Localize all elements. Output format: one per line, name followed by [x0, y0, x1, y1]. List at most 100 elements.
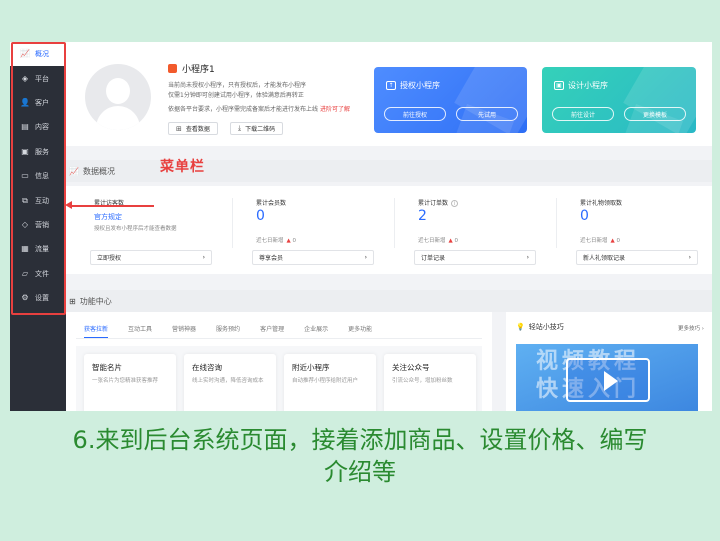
tab-customer-mgmt[interactable]: 客户管理 — [260, 324, 284, 338]
feature-desc: 自动推荐小程序给附近用户 — [292, 378, 359, 384]
stat-value: 0 — [580, 208, 589, 224]
tips-title: 轻站小技巧 — [528, 323, 564, 331]
stat-label: 累计礼物领取数 — [580, 200, 623, 207]
stat-sub: 近七日新增 ▲ 0 — [418, 236, 458, 244]
play-icon — [604, 371, 618, 391]
sidebar-item-customer[interactable]: 👤 客户 — [10, 91, 66, 115]
design-card-title: ▣ 设计小程序 — [554, 80, 608, 91]
caption-line-2: 介绍等 — [324, 458, 396, 486]
stat-label: 累计会员数 — [256, 200, 287, 207]
tab-booking[interactable]: 服务预约 — [216, 324, 240, 338]
box-label: 订单记录 — [421, 255, 446, 262]
sidebar-item-content[interactable]: ▤ 内容 — [10, 115, 66, 139]
function-center-panel: 获客拉新 互动工具 营销神器 服务预约 客户管理 企业展示 更多功能 智能名片一… — [66, 312, 492, 411]
sidebar-item-label: 信息 — [35, 172, 49, 181]
stat-sub: 近七日新增 ▲ 0 — [580, 236, 620, 244]
info-icon[interactable]: i — [451, 200, 459, 207]
download-qr-label: 下载二维码 — [245, 126, 276, 133]
stat-delta: 0 — [616, 238, 621, 244]
feature-desc: 引流公众号，增加粉丝数 — [392, 378, 453, 384]
stat-delta: 0 — [454, 238, 459, 244]
app-logo-icon — [168, 64, 177, 73]
menu-annotation-label: 菜单栏 — [160, 159, 205, 175]
document-icon: ▤ — [21, 122, 29, 132]
profile-desc-1: 当前尚未授权小程序，只有授权后，才能发布小程序 — [168, 82, 307, 89]
sidebar-item-service[interactable]: ▣ 服务 — [10, 140, 66, 164]
view-data-button[interactable]: ⊞ 查看数据 — [168, 122, 218, 135]
caption-line-1: 6.来到后台系统页面，接着添加商品、设置价格、编写 — [72, 426, 648, 454]
chevron-right-icon: › — [364, 254, 367, 261]
tag-icon: ◇ — [21, 219, 29, 229]
feature-desc: 一张名片为您精准获客推荐 — [92, 378, 159, 384]
arrow-up-icon: ▲ — [610, 238, 615, 244]
feature-card-consult[interactable]: 在线咨询线上实时沟通，降低咨询成本 — [184, 354, 276, 411]
sidebar-item-files[interactable]: ▱ 文件 — [10, 262, 66, 286]
sidebar-item-platform[interactable]: ◈ 平台 — [10, 66, 66, 90]
design-title-text: 设计小程序 — [568, 81, 608, 90]
download-qr-button[interactable]: ⤓ 下载二维码 — [230, 122, 284, 135]
sidebar-item-label: 平台 — [35, 74, 49, 83]
video-thumbnail[interactable]: 视频教程 快速入门 — [516, 344, 698, 411]
chevron-right-icon: › — [526, 254, 529, 261]
learn-more-link[interactable]: 进阶可了解 — [320, 106, 350, 113]
app-title: 小程序1 — [168, 62, 215, 75]
feature-card-namecard[interactable]: 智能名片 一张名片为您精准获客推荐 — [84, 354, 176, 411]
tab-acquire[interactable]: 获客拉新 — [84, 324, 109, 338]
sidebar-item-message[interactable]: ▭ 信息 — [10, 164, 66, 188]
service-icon: ▣ — [21, 146, 29, 156]
tab-company[interactable]: 企业展示 — [304, 324, 328, 338]
stat-sub-label: 近七日新增 — [256, 238, 284, 244]
stat-sub-label: 近七日新增 — [418, 238, 446, 244]
stat-sub: 近七日新增 ▲ 0 — [256, 236, 296, 244]
sidebar-item-settings[interactable]: ⚙ 设置 — [10, 286, 66, 310]
change-template-button[interactable]: 更换模板 — [624, 107, 686, 121]
avatar — [85, 64, 151, 130]
feature-card-nearby[interactable]: 附近小程序自动推荐小程序给附近用户 — [284, 354, 376, 411]
stat-value: 0 — [256, 208, 265, 224]
arrow-up-icon: ▲ — [448, 238, 453, 244]
authorize-icon: ↑ — [386, 81, 396, 90]
chart-icon: 📈 — [20, 49, 30, 59]
sidebar: 📈 概况 ◈ 平台 👤 客户 ▤ 内容 ▣ 服务 ▭ 信息 ⧉ 互动 ◇ 营销 ▦ 流量 ▱ 文件 … — [10, 42, 66, 411]
tips-panel: 💡 轻站小技巧 更多技巧 › 视频教程 快速入门 — [506, 312, 712, 411]
sidebar-item-label: 概况 — [35, 50, 49, 59]
order-records-button[interactable]: 订单记录 › — [414, 250, 536, 265]
feature-title: 附近小程序 — [292, 363, 330, 372]
download-icon: ⤓ — [238, 124, 242, 132]
go-design-button[interactable]: 前往设计 — [552, 107, 614, 121]
feature-title: 在线咨询 — [192, 363, 222, 372]
interact-icon: ⧉ — [22, 195, 28, 205]
stat-value[interactable]: 官方规定 — [94, 212, 122, 222]
box-label: 尊享会员 — [259, 255, 284, 262]
authorize-now-button[interactable]: 立即授权 › — [90, 250, 212, 265]
gift-records-button[interactable]: 新人礼领取记录 › — [576, 250, 698, 265]
more-tips-link[interactable]: 更多技巧 › — [678, 324, 704, 332]
stat-sub-label: 近七日新增 — [580, 238, 608, 244]
authorize-card: ↑ 授权小程序 前往授权 先试用 — [374, 67, 527, 133]
play-button[interactable] — [566, 358, 650, 402]
try-first-button[interactable]: 先试用 — [456, 107, 518, 121]
function-center-title: 功能中心 — [79, 296, 112, 306]
feature-desc: 线上实时沟通，降低咨询成本 — [192, 378, 264, 384]
sidebar-item-label: 营销 — [35, 220, 49, 229]
sidebar-item-label: 客户 — [35, 98, 49, 107]
sidebar-item-label: 互动 — [35, 196, 49, 205]
sidebar-item-overview[interactable]: 📈 概况 — [10, 42, 66, 67]
gear-icon: ⚙ — [21, 293, 29, 303]
tab-more[interactable]: 更多功能 — [348, 324, 372, 338]
tab-interact-tools[interactable]: 互动工具 — [128, 324, 152, 338]
stat-note: 授权且发布小程序后才能查看数据 — [94, 226, 177, 232]
sidebar-item-marketing[interactable]: ◇ 营销 — [10, 213, 66, 237]
profile-desc-3: 依据各平台要求，小程序需完成备案后才能进行发布上线 进阶可了解 — [168, 104, 350, 113]
feature-card-follow[interactable]: 关注公众号 引流公众号，增加粉丝数 — [384, 354, 476, 411]
sidebar-item-interact[interactable]: ⧉ 互动 — [10, 188, 66, 212]
tab-marketing[interactable]: 营销神器 — [172, 324, 196, 338]
vip-member-button[interactable]: 尊享会员 › — [252, 250, 374, 265]
design-card: ▣ 设计小程序 前往设计 更换模板 — [542, 67, 696, 133]
go-authorize-button[interactable]: 前往授权 — [384, 107, 446, 121]
sidebar-item-label: 流量 — [35, 245, 49, 254]
sidebar-item-traffic[interactable]: ▦ 流量 — [10, 237, 66, 261]
folder-icon: ▱ — [21, 268, 29, 278]
sidebar-item-label: 文件 — [35, 269, 49, 278]
grid-icon: ⊞ — [69, 296, 76, 306]
